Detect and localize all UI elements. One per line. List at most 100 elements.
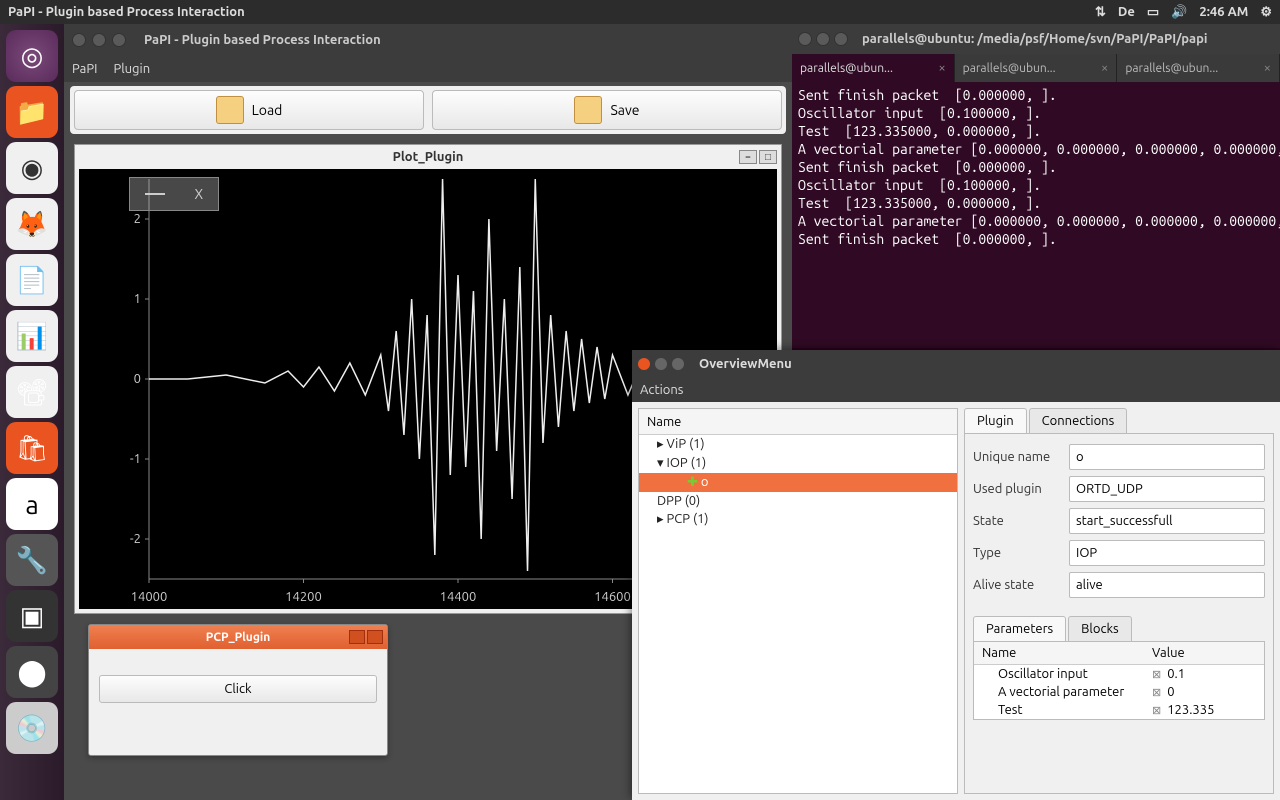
- keyboard-layout[interactable]: De: [1118, 5, 1135, 19]
- label-state: State: [973, 514, 1069, 528]
- volume-icon[interactable]: 🔊: [1171, 5, 1187, 20]
- input-unique-name[interactable]: [1069, 444, 1265, 470]
- menu-actions[interactable]: Actions: [640, 383, 683, 397]
- tree-item[interactable]: ✚ o: [639, 473, 957, 492]
- svg-text:-2: -2: [130, 532, 141, 546]
- tree-header[interactable]: Name: [639, 409, 957, 435]
- tab-parameters[interactable]: Parameters: [973, 616, 1066, 641]
- software-center-icon[interactable]: 🛍: [6, 422, 58, 474]
- pcp-title-text: PCP_Plugin: [206, 631, 271, 644]
- tab-connections[interactable]: Connections: [1029, 408, 1128, 433]
- tree-item[interactable]: ▸ ViP (1): [639, 435, 957, 454]
- writer-icon[interactable]: 📄: [6, 254, 58, 306]
- load-button[interactable]: Load: [74, 90, 424, 130]
- term-maximize-icon[interactable]: [834, 32, 848, 46]
- settings-icon[interactable]: 🔧: [6, 534, 58, 586]
- svg-text:14200: 14200: [285, 590, 322, 604]
- network-icon[interactable]: ⇅: [1095, 5, 1106, 20]
- parameters-table: Name Value Oscillator input⊠0.1A vectori…: [973, 641, 1265, 720]
- impress-icon[interactable]: 📽: [6, 366, 58, 418]
- ubuntu-top-panel: PaPI - Plugin based Process Interaction …: [0, 0, 1280, 24]
- svg-text:-1: -1: [130, 452, 141, 466]
- firefox-icon[interactable]: 🦊: [6, 198, 58, 250]
- ov-minimize-icon[interactable]: [655, 358, 667, 370]
- tree-item[interactable]: ▾ IOP (1): [639, 454, 957, 473]
- close-icon[interactable]: [72, 33, 86, 47]
- overview-tree: Name ▸ ViP (1)▾ IOP (1)✚ oDPP (0)▸ PCP (…: [638, 408, 958, 794]
- label-alive: Alive state: [973, 578, 1069, 592]
- input-alive[interactable]: [1069, 572, 1265, 598]
- tree-item[interactable]: ▸ PCP (1): [639, 510, 957, 529]
- param-row[interactable]: Test⊠123.335: [974, 701, 1264, 719]
- overview-menubar: Actions: [632, 378, 1280, 402]
- overview-title: OverviewMenu: [699, 357, 792, 371]
- ov-maximize-icon[interactable]: [672, 358, 684, 370]
- tab-blocks[interactable]: Blocks: [1068, 616, 1132, 641]
- pcp-click-button[interactable]: Click: [99, 675, 377, 703]
- tab-close-icon[interactable]: ×: [1264, 61, 1271, 75]
- tree-item[interactable]: DPP (0): [639, 492, 957, 510]
- calc-icon[interactable]: 📊: [6, 310, 58, 362]
- minimize-icon[interactable]: [92, 33, 106, 47]
- maximize-icon[interactable]: [112, 33, 126, 47]
- label-type: Type: [973, 546, 1069, 560]
- papi-window-title: PaPI - Plugin based Process Interaction: [144, 33, 381, 47]
- amazon-icon[interactable]: a: [6, 478, 58, 530]
- chrome-icon[interactable]: ◉: [6, 142, 58, 194]
- tab-close-icon[interactable]: ×: [1101, 61, 1108, 75]
- menu-papi[interactable]: PaPI: [72, 62, 97, 76]
- overview-detail-pane: Plugin Connections Unique name Used plug…: [964, 408, 1274, 794]
- battery-icon[interactable]: ▭: [1147, 5, 1159, 20]
- save-button[interactable]: Save: [432, 90, 782, 130]
- param-header-name[interactable]: Name: [974, 642, 1144, 664]
- svg-text:14600: 14600: [594, 590, 631, 604]
- label-unique-name: Unique name: [973, 450, 1069, 464]
- dash-icon[interactable]: ◎: [6, 30, 58, 82]
- term-minimize-icon[interactable]: [816, 32, 830, 46]
- load-icon: [216, 96, 244, 124]
- pcp-minimize-icon[interactable]: [349, 630, 365, 644]
- files-icon[interactable]: 📁: [6, 86, 58, 138]
- active-window-title: PaPI - Plugin based Process Interaction: [0, 5, 1095, 19]
- input-used-plugin[interactable]: [1069, 476, 1265, 502]
- term-close-icon[interactable]: [798, 32, 812, 46]
- papi-menubar: PaPI Plugin: [64, 56, 792, 82]
- disk-icon[interactable]: 💿: [6, 702, 58, 754]
- svg-text:14000: 14000: [131, 590, 168, 604]
- terminal-tab-3[interactable]: parallels@ubun...×: [1117, 54, 1280, 82]
- svg-text:14400: 14400: [440, 590, 477, 604]
- pcp-maximize-icon[interactable]: [367, 630, 383, 644]
- terminal-title: parallels@ubuntu: /media/psf/Home/svn/Pa…: [862, 32, 1208, 46]
- tab-close-icon[interactable]: ×: [938, 61, 945, 75]
- save-icon: [574, 96, 602, 124]
- terminal-tabs: parallels@ubun...× parallels@ubun...× pa…: [792, 54, 1280, 82]
- input-type[interactable]: [1069, 540, 1265, 566]
- ov-close-icon[interactable]: [638, 358, 650, 370]
- pcp-plugin-window: PCP_Plugin Click: [88, 624, 388, 756]
- plot-minimize-icon[interactable]: −: [739, 150, 757, 164]
- detail-tabs: Plugin Connections: [964, 408, 1274, 433]
- terminal-tab-2[interactable]: parallels@ubun...×: [955, 54, 1118, 82]
- papi-titlebar[interactable]: PaPI - Plugin based Process Interaction: [64, 24, 792, 56]
- papi-app-icon[interactable]: ⬤: [6, 646, 58, 698]
- terminal-titlebar[interactable]: parallels@ubuntu: /media/psf/Home/svn/Pa…: [792, 24, 1280, 54]
- svg-text:0: 0: [134, 372, 141, 386]
- menu-plugin[interactable]: Plugin: [113, 62, 150, 76]
- overview-titlebar[interactable]: OverviewMenu: [632, 350, 1280, 378]
- plot-legend[interactable]: X: [129, 177, 219, 211]
- plot-panel-header[interactable]: Plot_Plugin −□: [75, 145, 781, 169]
- overview-window: OverviewMenu Actions Name ▸ ViP (1)▾ IOP…: [632, 350, 1280, 800]
- clock[interactable]: 2:46 AM: [1199, 5, 1248, 19]
- terminal-window: parallels@ubuntu: /media/psf/Home/svn/Pa…: [792, 24, 1280, 348]
- param-row[interactable]: Oscillator input⊠0.1: [974, 665, 1264, 683]
- plot-maximize-icon[interactable]: □: [759, 150, 777, 164]
- tab-plugin[interactable]: Plugin: [964, 408, 1027, 433]
- param-header-value[interactable]: Value: [1144, 642, 1264, 664]
- pcp-titlebar[interactable]: PCP_Plugin: [89, 625, 387, 649]
- session-icon[interactable]: ⚙: [1260, 5, 1272, 20]
- terminal-tab-1[interactable]: parallels@ubun...×: [792, 54, 955, 82]
- terminal-icon[interactable]: ▣: [6, 590, 58, 642]
- terminal-output[interactable]: Sent finish packet [0.000000, ]. Oscilla…: [792, 82, 1280, 252]
- param-row[interactable]: A vectorial parameter⊠0: [974, 683, 1264, 701]
- input-state[interactable]: [1069, 508, 1265, 534]
